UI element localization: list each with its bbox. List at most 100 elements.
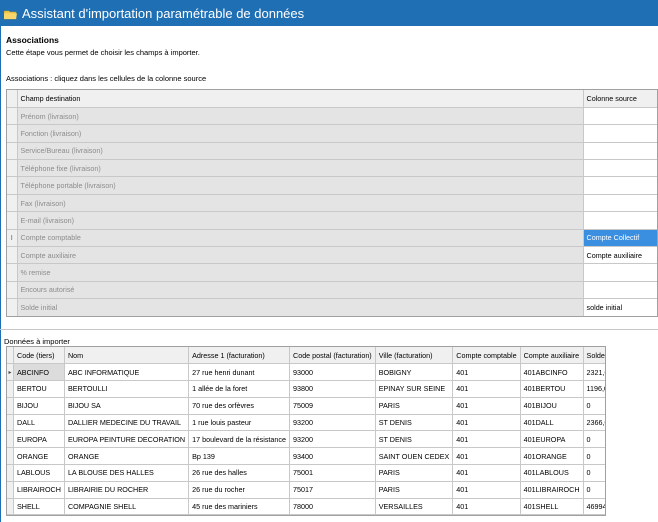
table-cell[interactable]: 401BERTOU [520, 380, 584, 398]
table-cell[interactable]: ST DENIS [375, 430, 454, 449]
column-header-destination[interactable]: Champ destination [17, 90, 584, 108]
table-row[interactable]: ORANGE ORANGE Bp 139 93400 SAINT OUEN CEDEX 4… [7, 447, 605, 466]
association-row[interactable]: Date de première facture [7, 316, 658, 317]
table-cell[interactable]: ST DENIS [375, 414, 454, 432]
association-row[interactable]: Fax (livraison) [7, 194, 657, 213]
table-cell[interactable]: 2366,00 [583, 414, 605, 432]
association-row[interactable]: Fonction (livraison) [7, 124, 657, 143]
table-cell[interactable]: 401DALL [520, 414, 584, 432]
table-cell[interactable]: 2321,00 [583, 363, 605, 382]
table-cell[interactable]: LIBRAIROCH [13, 481, 65, 499]
table-cell[interactable]: BIJOU SA [64, 397, 190, 415]
table-row[interactable]: EUROPA EUROPA PEINTURE DECORATION 17 boule… [7, 430, 605, 449]
table-row[interactable]: BIJOU BIJOU SA 70 rue des orfèvres 75009 PAR… [7, 397, 605, 415]
column-header[interactable]: Code (tiers) [13, 347, 65, 365]
table-cell[interactable]: 401BIJOU [520, 397, 584, 415]
column-header[interactable]: Compte comptable [452, 347, 521, 365]
table-cell[interactable]: LIBRAIRIE DU ROCHER [64, 481, 190, 499]
table-cell[interactable]: 401 [452, 380, 521, 398]
column-header[interactable]: Solde initial [583, 347, 605, 365]
table-cell[interactable]: DALLIER MEDECINE DU TRAVAIL [64, 414, 190, 432]
table-cell[interactable]: EUROPA [13, 430, 65, 449]
table-cell[interactable]: 401 [452, 464, 521, 482]
table-cell[interactable]: 17 boulevard de la résistance [188, 430, 290, 449]
table-cell[interactable]: LA BLOUSE DES HALLES [64, 464, 190, 482]
column-header[interactable]: Code postal (facturation) [289, 347, 376, 365]
table-cell[interactable]: Bp 139 [188, 447, 290, 466]
source-column-cell[interactable] [583, 211, 657, 230]
table-cell[interactable]: 401SHELL [520, 498, 584, 515]
table-cell[interactable]: COMPAGNIE SHELL [64, 498, 190, 515]
association-row[interactable]: Prénom (livraison) [7, 107, 657, 126]
source-column-cell[interactable] [583, 159, 657, 178]
table-cell[interactable]: 1196,00 [583, 380, 605, 398]
table-cell[interactable]: 1 rue louis pasteur [188, 414, 290, 432]
table-cell[interactable]: DALL [13, 414, 65, 432]
source-column-cell[interactable] [583, 176, 657, 195]
table-cell[interactable]: 93200 [289, 430, 376, 449]
table-cell[interactable]: BOBIGNY [375, 363, 454, 382]
source-column-cell[interactable] [583, 124, 657, 143]
table-cell[interactable]: 93400 [289, 447, 376, 466]
association-row[interactable]: E-mail (livraison) [7, 211, 657, 230]
table-cell[interactable]: 0 [583, 464, 605, 482]
table-cell[interactable]: 401 [452, 414, 521, 432]
source-column-cell[interactable] [583, 142, 657, 161]
table-cell[interactable]: ABC INFORMATIQUE [64, 363, 190, 382]
table-cell[interactable]: ABCINFO [13, 363, 65, 382]
association-row[interactable]: Solde initial solde initial [7, 298, 657, 316]
table-cell[interactable]: 401LABLOUS [520, 464, 584, 482]
table-cell[interactable]: BERTOU [13, 380, 65, 398]
source-column-cell[interactable]: solde initial [583, 298, 657, 316]
source-column-cell[interactable] [583, 316, 658, 317]
table-cell[interactable]: ORANGE [64, 447, 190, 466]
table-cell[interactable]: BIJOU [13, 397, 65, 415]
table-cell[interactable]: 0 [583, 397, 605, 415]
association-row[interactable]: % remise [7, 263, 657, 282]
association-row[interactable]: Compte auxiliaire Compte auxiliaire [7, 246, 657, 265]
table-cell[interactable]: BERTOULLI [64, 380, 190, 398]
table-cell[interactable]: ORANGE [13, 447, 65, 466]
table-cell[interactable]: 26 rue des halles [188, 464, 290, 482]
association-row[interactable]: Encours autorisé [7, 281, 657, 300]
association-row[interactable]: Téléphone portable (livraison) [7, 176, 657, 195]
table-cell[interactable]: 1 allée de la foret [188, 380, 290, 398]
table-cell[interactable]: 401LIBRAIROCH [520, 481, 584, 499]
table-cell[interactable]: 401ABCINFO [520, 363, 584, 382]
table-cell[interactable]: SHELL [13, 498, 65, 515]
table-cell[interactable]: 401 [452, 363, 521, 382]
table-cell[interactable]: 401 [452, 481, 521, 499]
table-cell[interactable]: 75001 [289, 464, 376, 482]
column-header[interactable]: Adresse 1 (facturation) [188, 347, 290, 365]
table-cell[interactable]: 93200 [289, 414, 376, 432]
table-cell[interactable]: EUROPA PEINTURE DECORATION [64, 430, 190, 449]
table-cell[interactable]: 27 rue henri dunant [188, 363, 290, 382]
table-cell[interactable]: 401ORANGE [520, 447, 584, 466]
source-column-cell[interactable] [583, 263, 657, 282]
source-column-cell[interactable]: Compte auxiliaire [583, 246, 657, 265]
column-header[interactable]: Nom [64, 347, 190, 365]
column-header[interactable]: Ville (facturation) [375, 347, 454, 365]
association-row[interactable]: Téléphone fixe (livraison) [7, 159, 657, 178]
source-column-cell[interactable] [583, 107, 657, 126]
table-cell[interactable]: 75017 [289, 481, 376, 499]
table-row[interactable]: BERTOU BERTOULLI 1 allée de la foret 93800 E… [7, 380, 605, 398]
table-cell[interactable]: PARIS [375, 464, 454, 482]
table-cell[interactable]: 401 [452, 498, 521, 515]
table-row[interactable]: LABLOUS LA BLOUSE DES HALLES 26 rue des ha… [7, 464, 605, 482]
table-cell[interactable]: PARIS [375, 397, 454, 415]
table-cell[interactable]: 0 [583, 430, 605, 449]
table-row[interactable]: SHELL COMPAGNIE SHELL 45 rue des mariniers… [7, 498, 605, 515]
table-cell[interactable]: 0 [583, 447, 605, 466]
table-row[interactable]: LIBRAIROCH LIBRAIRIE DU ROCHER 26 rue du r… [7, 481, 605, 499]
table-cell[interactable]: EPINAY SUR SEINE [375, 380, 454, 398]
table-cell[interactable]: VERSAILLES [375, 498, 454, 515]
association-row[interactable]: I Compte comptable Compte Collectif [7, 229, 657, 248]
column-header[interactable]: Compte auxiliaire [520, 347, 584, 365]
table-cell[interactable]: 93800 [289, 380, 376, 398]
table-cell[interactable]: 78000 [289, 498, 376, 515]
data-import-grid[interactable]: Code (tiers) Nom Adresse 1 (facturation) Co… [6, 346, 606, 516]
associations-grid[interactable]: Champ destination Colonne source Prénom … [6, 89, 658, 317]
table-cell[interactable]: PARIS [375, 481, 454, 499]
table-cell[interactable]: 46994,00 [583, 498, 605, 515]
